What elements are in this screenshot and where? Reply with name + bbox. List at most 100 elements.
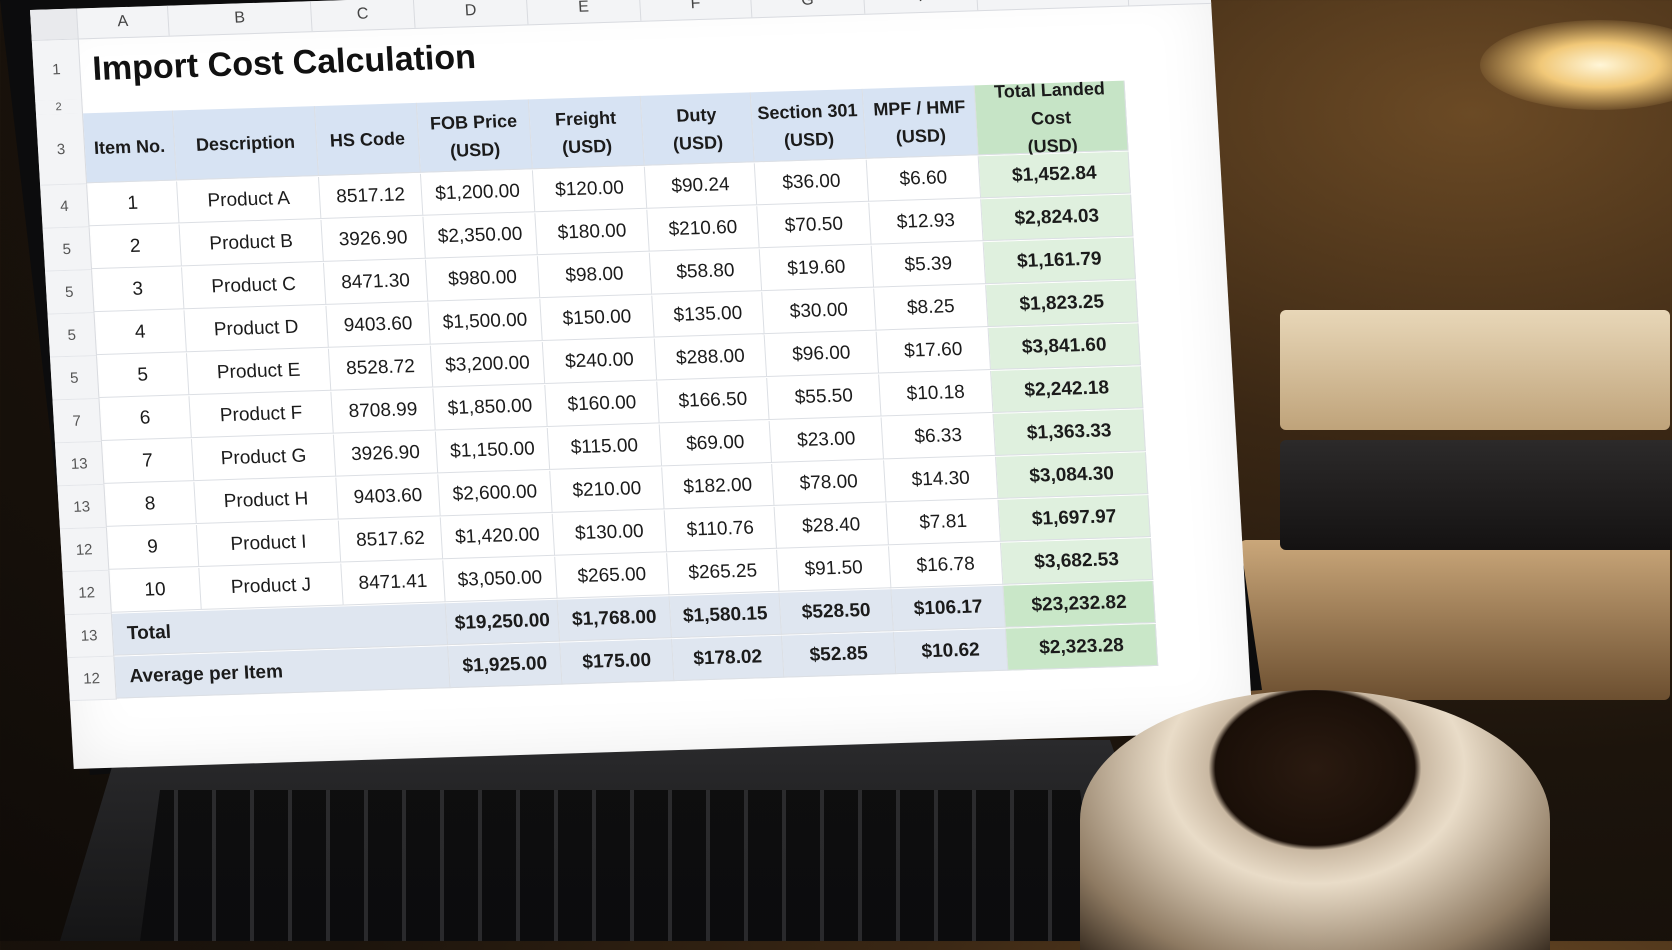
cell-freight[interactable]: $130.00	[552, 510, 668, 556]
total-landed-cost[interactable]: $23,232.82	[1003, 580, 1156, 628]
row-number[interactable]: 13	[64, 613, 115, 659]
row-number[interactable]: 3	[36, 113, 88, 186]
cell-section-301[interactable]: $70.50	[757, 202, 872, 249]
cell-fob-price[interactable]: $1,200.00	[420, 170, 536, 216]
average-landed-cost[interactable]: $2,323.28	[1005, 623, 1159, 671]
cell-fob-price[interactable]: $1,500.00	[428, 299, 543, 345]
cell-hs-code[interactable]: 9403.60	[326, 302, 431, 348]
cell-item-no[interactable]: 8	[104, 482, 197, 527]
cell-fob-price[interactable]: $2,350.00	[423, 213, 538, 259]
cell-total-landed-cost[interactable]: $1,161.79	[983, 237, 1136, 285]
cell-item-no[interactable]: 1	[87, 181, 180, 227]
cell-freight[interactable]: $150.00	[540, 295, 655, 342]
cell-item-no[interactable]: 9	[106, 525, 200, 570]
cell-total-landed-cost[interactable]: $3,682.53	[1000, 538, 1154, 585]
cell-fob-price[interactable]: $1,150.00	[435, 427, 551, 474]
cell-fob-price[interactable]: $3,050.00	[443, 556, 558, 603]
row-number[interactable]: 5	[47, 313, 98, 358]
cell-freight[interactable]: $265.00	[555, 553, 670, 599]
cell-freight[interactable]: $180.00	[535, 209, 650, 256]
cell-section-301[interactable]: $78.00	[772, 460, 887, 506]
column-header-f[interactable]: F	[639, 0, 753, 21]
cell-section-301[interactable]: $36.00	[754, 159, 870, 206]
header-total-landed-cost[interactable]: Total Landed Cost (USD)	[974, 78, 1129, 156]
cell-hs-code[interactable]: 8471.41	[341, 560, 446, 606]
cell-hs-code[interactable]: 3926.90	[321, 216, 426, 262]
cell-mpf-hmf[interactable]: $10.18	[879, 370, 994, 417]
cell-total-landed-cost[interactable]: $1,363.33	[993, 409, 1146, 456]
cell-description[interactable]: Product G	[191, 434, 337, 482]
header-fob-price[interactable]: FOB Price (USD)	[416, 99, 533, 173]
cell-total-landed-cost[interactable]: $2,242.18	[991, 366, 1144, 413]
cell-section-301[interactable]: $91.50	[777, 546, 892, 592]
cell-mpf-hmf[interactable]: $12.93	[869, 199, 984, 245]
cell-total-landed-cost[interactable]: $3,084.30	[996, 452, 1149, 499]
cell-item-no[interactable]: 7	[101, 439, 195, 484]
cell-freight[interactable]: $210.00	[550, 467, 665, 513]
cell-total-landed-cost[interactable]: $3,841.60	[988, 323, 1141, 370]
row-number[interactable]: 12	[62, 570, 112, 616]
header-hs-code[interactable]: HS Code	[314, 102, 421, 177]
column-header-e[interactable]: E	[526, 0, 642, 25]
average-fob[interactable]: $1,925.00	[448, 642, 563, 689]
cell-description[interactable]: Product I	[196, 520, 342, 567]
cell-section-301[interactable]: $55.50	[767, 374, 882, 420]
cell-description[interactable]: Product D	[184, 305, 329, 353]
cell-duty[interactable]: $110.76	[664, 506, 778, 553]
cell-mpf-hmf[interactable]: $5.39	[871, 242, 987, 288]
cell-mpf-hmf[interactable]: $6.60	[866, 156, 982, 202]
header-freight[interactable]: Freight (USD)	[528, 95, 645, 170]
cell-mpf-hmf[interactable]: $16.78	[889, 542, 1004, 589]
average-section-301[interactable]: $52.85	[782, 632, 897, 678]
cell-description[interactable]: Product C	[182, 262, 327, 310]
cell-fob-price[interactable]: $980.00	[425, 256, 541, 302]
header-description[interactable]: Description	[172, 106, 319, 181]
select-all-corner[interactable]	[30, 8, 79, 40]
row-number[interactable]: 5	[45, 270, 95, 315]
cell-description[interactable]: Product J	[199, 563, 344, 610]
cell-section-301[interactable]: $19.60	[759, 245, 875, 292]
cell-duty[interactable]: $265.25	[667, 549, 780, 596]
cell-section-301[interactable]: $28.40	[774, 503, 889, 549]
cell-duty[interactable]: $69.00	[659, 420, 773, 467]
cell-mpf-hmf[interactable]: $8.25	[874, 285, 989, 331]
cell-mpf-hmf[interactable]: $17.60	[876, 328, 991, 374]
row-number[interactable]: 13	[54, 441, 105, 487]
cell-mpf-hmf[interactable]: $7.81	[886, 499, 1001, 546]
cell-item-no[interactable]: 2	[89, 224, 182, 270]
column-header-c[interactable]: C	[310, 0, 416, 32]
cell-hs-code[interactable]: 8528.72	[328, 345, 434, 391]
row-number[interactable]: 5	[50, 356, 100, 401]
cell-hs-code[interactable]: 8517.12	[318, 173, 424, 219]
cell-hs-code[interactable]: 9403.60	[336, 474, 441, 520]
cell-hs-code[interactable]: 8517.62	[338, 517, 444, 563]
average-duty[interactable]: $178.02	[672, 635, 785, 682]
cell-total-landed-cost[interactable]: $1,697.97	[998, 495, 1151, 542]
cell-hs-code[interactable]: 8708.99	[331, 388, 436, 434]
total-freight[interactable]: $1,768.00	[557, 596, 673, 642]
cell-item-no[interactable]: 3	[92, 267, 185, 313]
cell-freight[interactable]: $98.00	[537, 252, 653, 299]
cell-mpf-hmf[interactable]: $14.30	[884, 456, 999, 503]
cell-section-301[interactable]: $96.00	[764, 331, 880, 378]
cell-description[interactable]: Product A	[177, 177, 322, 224]
sheet-title[interactable]: Import Cost Calculation	[79, 38, 477, 89]
cell-description[interactable]: Product B	[179, 219, 324, 267]
cell-freight[interactable]: $240.00	[542, 338, 658, 385]
cell-item-no[interactable]: 10	[109, 567, 202, 613]
row-number[interactable]: 4	[40, 184, 90, 229]
total-section-301[interactable]: $528.50	[779, 589, 894, 635]
cell-description[interactable]: Product H	[194, 477, 339, 525]
cell-description[interactable]: Product F	[189, 391, 334, 439]
cell-section-301[interactable]: $23.00	[769, 417, 885, 463]
cell-section-301[interactable]: $30.00	[762, 288, 877, 335]
cell-hs-code[interactable]: 8471.30	[323, 259, 429, 305]
cell-description[interactable]: Product E	[186, 348, 332, 396]
column-header-a[interactable]: A	[76, 5, 170, 39]
cell-freight[interactable]: $160.00	[545, 381, 660, 427]
cell-total-landed-cost[interactable]: $1,452.84	[978, 151, 1132, 199]
cell-item-no[interactable]: 4	[94, 310, 187, 356]
cell-freight[interactable]: $120.00	[532, 166, 648, 213]
cell-item-no[interactable]: 5	[97, 353, 190, 399]
cell-item-no[interactable]: 6	[99, 396, 192, 441]
